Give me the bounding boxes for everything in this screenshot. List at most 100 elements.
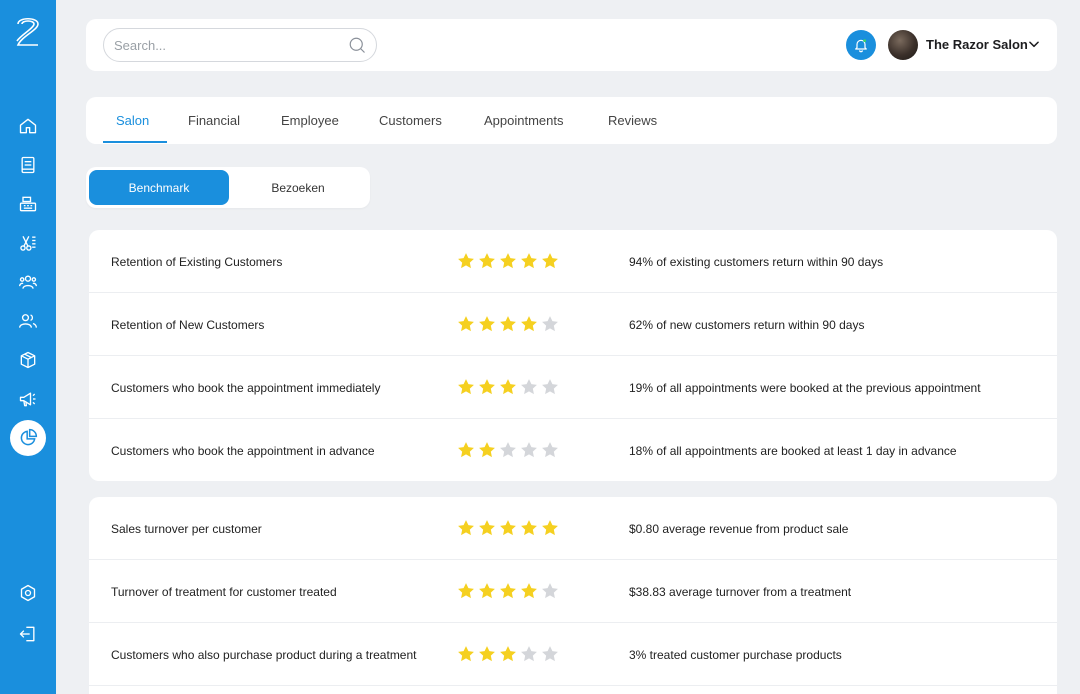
sidebar-item-customers[interactable] xyxy=(10,303,46,339)
star-empty-icon xyxy=(521,646,537,662)
star-empty-icon xyxy=(542,583,558,599)
tab-bar: Salon Financial Employee Customers Appoi… xyxy=(86,97,1057,144)
star-filled-icon xyxy=(479,253,495,269)
notification-button[interactable] xyxy=(846,30,876,60)
search-icon[interactable] xyxy=(348,36,366,54)
tab-employee[interactable]: Employee xyxy=(281,113,339,128)
star-filled-icon xyxy=(500,520,516,536)
team-icon xyxy=(19,275,37,289)
star-empty-icon xyxy=(542,442,558,458)
star-filled-icon xyxy=(521,253,537,269)
star-filled-icon xyxy=(542,253,558,269)
sidebar-item-marketing[interactable] xyxy=(10,381,46,417)
star-filled-icon xyxy=(458,646,474,662)
logout-icon xyxy=(19,626,35,642)
star-empty-icon xyxy=(500,442,516,458)
bell-icon xyxy=(855,39,867,53)
star-rating xyxy=(456,581,560,601)
star-rating xyxy=(456,251,560,271)
star-filled-icon xyxy=(500,379,516,395)
star-empty-icon xyxy=(542,646,558,662)
star-filled-icon xyxy=(479,442,495,458)
star-filled-icon xyxy=(521,583,537,599)
benchmark-card-2: Sales turnover per customer $0.80 averag… xyxy=(89,497,1057,694)
table-row: Turnover of treatment for customer treat… xyxy=(89,560,1057,623)
tab-salon[interactable]: Salon xyxy=(116,113,149,128)
metric-label: Customers who book the appointment immed… xyxy=(111,381,381,395)
sidebar-item-home[interactable] xyxy=(10,108,46,144)
metric-description: 3% treated customer purchase products xyxy=(629,648,842,662)
tab-financial[interactable]: Financial xyxy=(188,113,240,128)
tab-customers[interactable]: Customers xyxy=(379,113,442,128)
top-bar: The Razor Salon xyxy=(86,19,1057,71)
view-toggle: Benchmark Bezoeken xyxy=(86,167,370,208)
star-filled-icon xyxy=(500,253,516,269)
star-filled-icon xyxy=(479,379,495,395)
tab-appointments[interactable]: Appointments xyxy=(484,113,564,128)
table-row: Customers who book the appointment immed… xyxy=(89,356,1057,419)
star-filled-icon xyxy=(500,316,516,332)
sidebar xyxy=(0,0,56,694)
star-empty-icon xyxy=(521,442,537,458)
settings-icon xyxy=(20,584,36,602)
star-rating xyxy=(456,440,560,460)
star-empty-icon xyxy=(542,316,558,332)
table-row: Customers who also purchase product duri… xyxy=(89,623,1057,686)
scissors-icon xyxy=(20,236,36,251)
star-rating xyxy=(456,644,560,664)
metric-description: $0.80 average revenue from product sale xyxy=(629,522,849,536)
metric-label: Sales turnover per customer xyxy=(111,522,262,536)
avatar[interactable] xyxy=(888,30,918,60)
customers-icon xyxy=(19,314,37,328)
metric-label: Turnover of treatment for customer treat… xyxy=(111,585,337,599)
chevron-down-icon[interactable] xyxy=(1027,37,1041,51)
star-filled-icon xyxy=(542,520,558,536)
table-row: Retention of Existing Customers 94% of e… xyxy=(89,230,1057,293)
star-filled-icon xyxy=(500,646,516,662)
user-name[interactable]: The Razor Salon xyxy=(926,37,1028,52)
table-row: Retention of New Customers 62% of new cu… xyxy=(89,293,1057,356)
megaphone-icon xyxy=(19,392,36,407)
sidebar-item-register[interactable] xyxy=(10,186,46,222)
star-empty-icon xyxy=(542,379,558,395)
star-empty-icon xyxy=(521,379,537,395)
star-filled-icon xyxy=(458,520,474,536)
metric-description: 18% of all appointments are booked at le… xyxy=(629,444,957,458)
search-box xyxy=(103,28,377,62)
star-filled-icon xyxy=(479,520,495,536)
table-row: Customers who book the appointment in ad… xyxy=(89,419,1057,482)
metric-label: Customers who book the appointment in ad… xyxy=(111,444,375,458)
book-icon xyxy=(21,156,35,174)
star-rating xyxy=(456,377,560,397)
active-tab-indicator xyxy=(103,141,167,143)
star-filled-icon xyxy=(458,379,474,395)
star-filled-icon xyxy=(458,316,474,332)
sidebar-item-logout[interactable] xyxy=(10,616,46,652)
metric-description: 19% of all appointments were booked at t… xyxy=(629,381,981,395)
star-filled-icon xyxy=(458,442,474,458)
star-filled-icon xyxy=(479,583,495,599)
star-filled-icon xyxy=(500,583,516,599)
sidebar-item-services[interactable] xyxy=(10,225,46,261)
cash-register-icon xyxy=(19,196,37,212)
star-filled-icon xyxy=(458,253,474,269)
star-filled-icon xyxy=(479,646,495,662)
metric-label: Retention of Existing Customers xyxy=(111,255,283,269)
sidebar-item-team[interactable] xyxy=(10,264,46,300)
tab-reviews[interactable]: Reviews xyxy=(608,113,657,128)
benchmark-button[interactable]: Benchmark xyxy=(89,170,229,205)
sidebar-item-book[interactable] xyxy=(10,147,46,183)
sidebar-item-products[interactable] xyxy=(10,342,46,378)
sidebar-item-reports[interactable] xyxy=(10,420,46,456)
star-filled-icon xyxy=(458,583,474,599)
box-icon xyxy=(20,351,36,369)
sidebar-item-settings[interactable] xyxy=(10,575,46,611)
star-rating xyxy=(456,314,560,334)
search-input[interactable] xyxy=(114,29,344,61)
metric-description: 62% of new customers return within 90 da… xyxy=(629,318,865,332)
table-row: Sales turnover per customer $0.80 averag… xyxy=(89,497,1057,560)
pie-chart-icon xyxy=(20,428,38,446)
bezoeken-button[interactable]: Bezoeken xyxy=(228,170,368,205)
star-filled-icon xyxy=(521,316,537,332)
star-filled-icon xyxy=(521,520,537,536)
